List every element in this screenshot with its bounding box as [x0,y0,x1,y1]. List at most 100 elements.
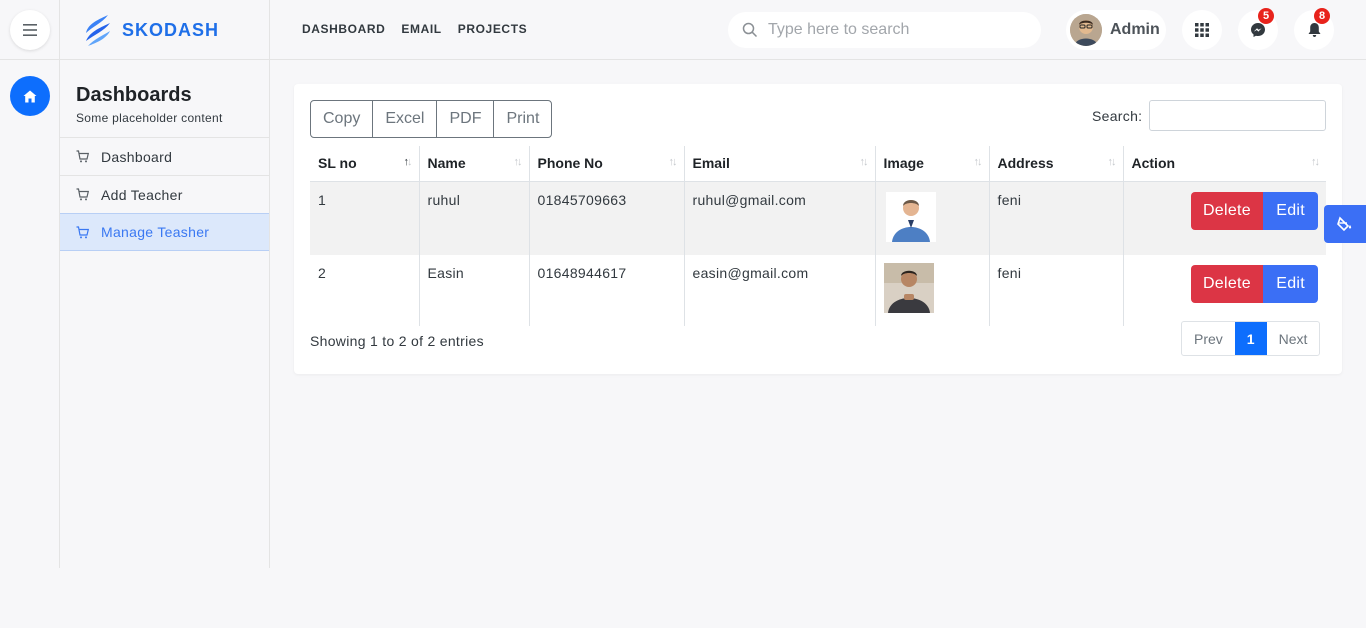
column-label: Phone No [537,155,603,172]
nav-projects[interactable]: PROJECTS [458,22,527,36]
hamburger-button[interactable] [10,10,50,50]
cell-sl: 2 [318,264,327,281]
notifications-button[interactable]: 8 [1294,8,1334,50]
cart-icon [76,188,89,201]
paint-bucket-icon [1337,216,1352,232]
table-header-row: SL no ↑↓ Name ↑↓ Phone No ↑↓ Email ↑↓ Image ↑… [310,146,1326,182]
prev-page-button[interactable]: Prev [1182,322,1235,355]
sort-icon: ↑↓ [513,156,523,168]
sort-icon: ↑↓ [1311,156,1320,168]
edit-button[interactable]: Edit [1263,191,1318,230]
cell-image [874,254,989,326]
search-icon [742,22,758,38]
theme-customizer-button[interactable] [1324,205,1366,243]
messages-button[interactable]: 5 [1238,8,1278,50]
table-row: 1 ruhul 01845709663 ruhul@gmail.com feni… [310,181,1326,255]
search-input[interactable] [768,21,1028,39]
sidebar: Dashboards Some placeholder content Dash… [60,60,270,568]
col-address[interactable]: Address ↑↓ [988,146,1123,182]
copy-button[interactable]: Copy [311,101,374,137]
cell-email: easin@gmail.com [683,254,875,326]
column-label: Email [692,155,730,172]
table-search-input[interactable] [1149,100,1326,131]
logo-icon [86,15,110,46]
column-label: Name [427,155,466,172]
rail-header [0,0,60,60]
sidebar-item-manage-teasher[interactable]: Manage Teasher [60,213,269,251]
top-header: SKODASH DASHBOARD EMAIL PROJECTS Admin [0,0,1366,60]
user-name: Admin [1110,21,1160,38]
sidebar-title: Dashboards [76,84,192,106]
col-image[interactable]: Image ↑↓ [874,146,989,182]
table-search-label: Search: [1092,108,1143,124]
teacher-photo [885,191,936,242]
brand-name: SKODASH [122,19,220,40]
pagination: Prev 1 Next [1181,321,1321,356]
delete-button[interactable]: Delete [1190,191,1264,230]
grid-icon [1195,23,1209,37]
home-button[interactable] [10,76,50,116]
print-button[interactable]: Print [494,101,551,137]
column-label: Address [997,155,1054,172]
page-1-button[interactable]: 1 [1234,322,1267,355]
table-row: 2 Easin 01648944617 easin@gmail.com feni [310,254,1326,326]
sidebar-item-add-teacher[interactable]: Add Teacher [60,175,269,213]
next-page-button[interactable]: Next [1267,322,1320,355]
messages-badge: 5 [1258,8,1274,24]
cell-sl: 1 [310,181,419,255]
nav-email[interactable]: EMAIL [401,22,441,36]
icon-rail [0,60,60,568]
col-email[interactable]: Email ↑↓ [683,146,875,182]
col-sl-no[interactable]: SL no ↑↓ [310,146,419,182]
cell-action: Delete Edit [1122,254,1326,326]
sort-icon: ↑↓ [1107,156,1117,168]
col-name[interactable]: Name ↑↓ [418,146,529,182]
sidebar-item-label: Dashboard [101,148,173,165]
excel-button[interactable]: Excel [373,101,438,137]
delete-button[interactable]: Delete [1190,264,1264,303]
cell-address: feni [988,254,1123,326]
cell-name: ruhul [418,181,529,255]
teacher-photo [883,262,934,313]
top-nav: DASHBOARD EMAIL PROJECTS [302,22,527,36]
cell-address: feni [988,181,1123,255]
edit-button[interactable]: Edit [1263,264,1318,303]
cell-email: ruhul@gmail.com [683,181,875,255]
sidebar-menu: Dashboard Add Teacher Manage Teasher [60,137,269,251]
home-icon [23,90,37,102]
sidebar-subtitle: Some placeholder content [76,111,223,125]
teachers-card: Copy Excel PDF Print Search: SL no ↑↓ Nam… [294,84,1342,374]
cell-phone: 01845709663 [528,181,684,255]
sort-icon: ↑↓ [668,156,678,168]
sidebar-item-dashboard[interactable]: Dashboard [60,137,269,175]
nav-dashboard[interactable]: DASHBOARD [302,22,385,36]
teachers-table: SL no ↑↓ Name ↑↓ Phone No ↑↓ Email ↑↓ Image ↑… [310,146,1326,326]
bell-icon [1308,23,1320,37]
global-search [728,12,1041,48]
sort-icon: ↑↓ [859,156,869,168]
cell-phone: 01648944617 [528,254,684,326]
col-phone[interactable]: Phone No ↑↓ [528,146,684,182]
notifications-badge: 8 [1314,8,1330,24]
column-label: Action [1131,155,1176,172]
cell-action: Delete Edit [1122,181,1326,255]
entries-info: Showing 1 to 2 of 2 entries [310,333,484,349]
sort-icon: ↑↓ [973,156,983,168]
hamburger-icon [23,24,37,36]
apps-button[interactable] [1182,10,1222,50]
messenger-icon [1251,23,1265,37]
col-action[interactable]: Action ↑↓ [1122,146,1326,182]
cart-icon [76,150,89,163]
cell-image [874,181,989,255]
sidebar-item-label: Add Teacher [101,186,183,203]
sort-icon: ↑↓ [403,156,413,168]
pdf-button[interactable]: PDF [437,101,495,137]
avatar [1070,14,1102,46]
cart-icon [76,225,89,239]
column-label: SL no [318,155,357,172]
sidebar-item-label: Manage Teasher [101,224,210,240]
cell-name: Easin [418,254,529,326]
export-buttons: Copy Excel PDF Print [310,100,553,138]
brand-logo[interactable]: SKODASH [60,0,270,60]
user-menu[interactable]: Admin [1066,10,1166,50]
